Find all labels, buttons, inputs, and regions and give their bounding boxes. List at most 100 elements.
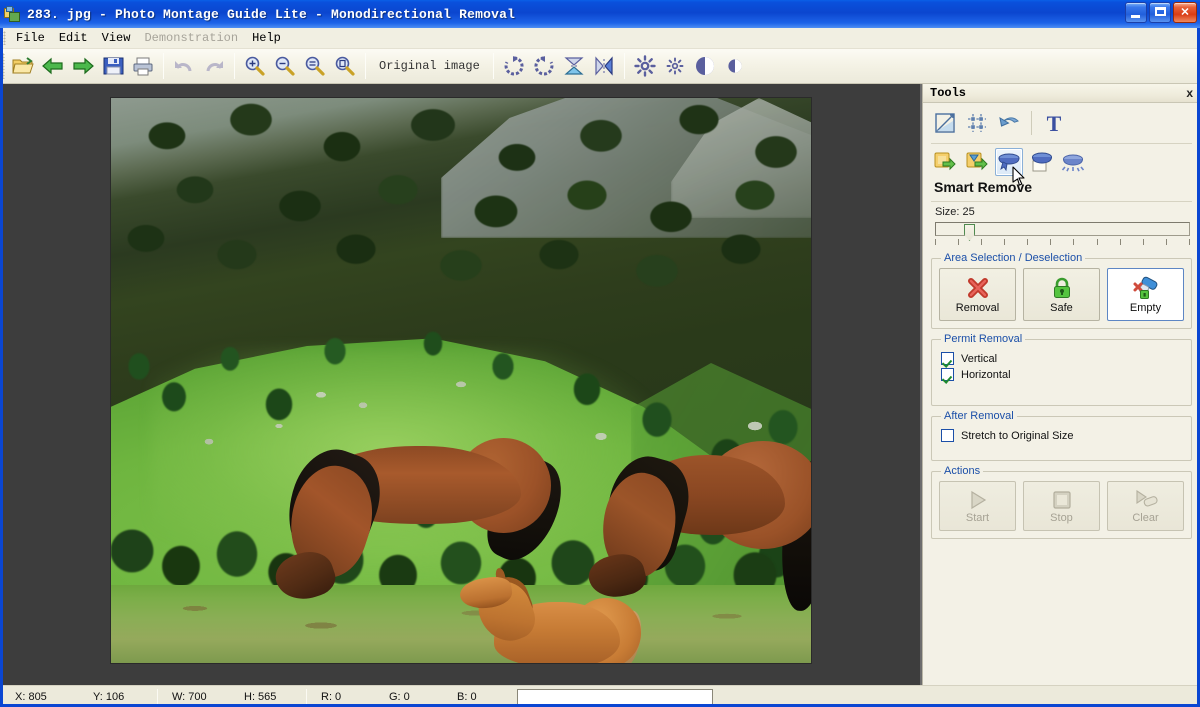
safe-button[interactable]: Safe — [1023, 268, 1100, 321]
actions-group: Actions Start Stop Clear — [931, 465, 1192, 539]
red-x-icon — [967, 277, 988, 298]
contrast-up-icon[interactable] — [690, 51, 720, 81]
maximize-button[interactable] — [1149, 2, 1171, 23]
tools-panel-body: T Smart Remove Size: 25 Area Selection /… — [923, 103, 1200, 685]
tools-panel-title: Tools — [930, 86, 967, 100]
permit-vertical-checkbox[interactable] — [941, 352, 954, 365]
zoom-actual-icon[interactable] — [330, 51, 360, 81]
empty-button-label: Empty — [1129, 301, 1162, 314]
safe-button-label: Safe — [1050, 301, 1073, 314]
crop-icon[interactable] — [931, 109, 959, 137]
green-lock-icon — [1053, 277, 1070, 298]
permit-horizontal-checkbox[interactable] — [941, 368, 954, 381]
size-slider[interactable] — [935, 222, 1190, 248]
area-selection-legend: Area Selection / Deselection — [944, 252, 1083, 264]
main-content: Tools x T Smart Remove Size: 25 Area Sel… — [0, 84, 1200, 685]
resize-expand-icon[interactable] — [931, 148, 959, 176]
menu-item-view[interactable]: View — [95, 30, 138, 46]
menu-item-file[interactable]: File — [9, 30, 52, 46]
size-label: Size: 25 — [935, 206, 975, 218]
zoom-in-icon[interactable] — [240, 51, 270, 81]
resize-shrink-icon[interactable] — [963, 148, 991, 176]
status-y: Y: 106 — [93, 690, 125, 703]
open-icon[interactable] — [8, 51, 38, 81]
status-divider — [306, 688, 307, 705]
tool-separator — [1031, 111, 1032, 135]
tools-panel: Tools x T Smart Remove Size: 25 Area Sel… — [922, 84, 1200, 685]
application-window: 283. jpg - Photo Montage Guide Lite - Mo… — [0, 0, 1200, 707]
stop-button-label: Stop — [1050, 511, 1073, 524]
status-green: G: 0 — [389, 690, 410, 703]
permit-vertical-row[interactable]: Vertical — [941, 352, 1184, 365]
photo-image[interactable] — [111, 98, 811, 663]
flip-vertical-icon[interactable] — [559, 51, 589, 81]
stop-button[interactable]: Stop — [1023, 481, 1100, 531]
after-removal-legend: After Removal — [944, 410, 1014, 422]
brightness-up-icon[interactable] — [630, 51, 660, 81]
flip-horizontal-icon[interactable] — [589, 51, 619, 81]
play-icon — [970, 490, 986, 509]
tools-panel-close-icon[interactable]: x — [1184, 87, 1195, 99]
clear-button[interactable]: Clear — [1107, 481, 1184, 531]
empty-button[interactable]: Empty — [1107, 268, 1184, 321]
status-red: R: 0 — [321, 690, 342, 703]
tools-divider — [931, 201, 1192, 202]
permit-removal-group: Permit Removal Vertical Horizontal — [931, 333, 1192, 406]
after-removal-group: After Removal Stretch to Original Size — [931, 410, 1192, 461]
contrast-down-icon[interactable] — [720, 51, 750, 81]
status-x: X: 805 — [15, 690, 47, 703]
toolbar-separator — [365, 53, 366, 79]
redo-icon[interactable] — [199, 51, 229, 81]
eraser-icon — [1133, 276, 1157, 299]
toolbar-separator — [623, 53, 625, 79]
minimize-button[interactable] — [1125, 2, 1147, 23]
window-title: 283. jpg - Photo Montage Guide Lite - Mo… — [27, 6, 516, 22]
tool-title: Smart Remove — [934, 179, 1033, 195]
brightness-down-icon[interactable] — [660, 51, 690, 81]
forward-arrow-icon[interactable] — [68, 51, 98, 81]
menu-item-help[interactable]: Help — [245, 30, 288, 46]
removal-button[interactable]: Removal — [939, 268, 1016, 321]
removal-button-label: Removal — [955, 301, 1000, 314]
window-border-left — [0, 28, 3, 707]
size-slider-track[interactable] — [935, 222, 1190, 241]
back-arrow-icon[interactable] — [38, 51, 68, 81]
stretch-original-label: Stretch to Original Size — [961, 429, 1074, 442]
tools-panel-header: Tools x — [923, 84, 1200, 103]
text-tool-icon[interactable]: T — [1040, 109, 1068, 137]
window-controls: ✕ — [1125, 2, 1197, 23]
smart-remove-area-icon[interactable] — [1027, 148, 1055, 176]
toolbar-separator — [163, 53, 164, 79]
status-width: W: 700 — [172, 690, 207, 703]
zoom-out-icon[interactable] — [270, 51, 300, 81]
svg-text:T: T — [1047, 112, 1062, 134]
smart-remove-icon[interactable] — [995, 148, 1023, 176]
save-icon[interactable] — [98, 51, 128, 81]
stretch-original-checkbox[interactable] — [941, 429, 954, 442]
undo-icon[interactable] — [169, 51, 199, 81]
permit-vertical-label: Vertical — [961, 352, 998, 365]
print-icon[interactable] — [128, 51, 158, 81]
rotate-left-icon[interactable] — [529, 51, 559, 81]
image-canvas[interactable] — [0, 84, 922, 685]
tool-row-remove — [931, 148, 1192, 186]
main-toolbar: Original image — [0, 49, 1200, 84]
undo-arrow-icon[interactable] — [995, 109, 1023, 137]
smart-patch-icon[interactable] — [1059, 148, 1087, 176]
status-blue: B: 0 — [457, 690, 477, 703]
menu-item-edit[interactable]: Edit — [52, 30, 95, 46]
start-button[interactable]: Start — [939, 481, 1016, 531]
horse-foal — [458, 567, 646, 663]
permit-horizontal-row[interactable]: Horizontal — [941, 368, 1184, 381]
title-bar: 283. jpg - Photo Montage Guide Lite - Mo… — [0, 0, 1200, 28]
close-button[interactable]: ✕ — [1173, 2, 1197, 23]
permit-removal-legend: Permit Removal — [944, 333, 1023, 345]
toolbar-separator — [492, 53, 494, 79]
tool-row-general: T — [931, 109, 1192, 137]
zoom-fit-icon[interactable] — [300, 51, 330, 81]
stretch-original-row[interactable]: Stretch to Original Size — [941, 429, 1184, 442]
actions-legend: Actions — [944, 465, 981, 477]
grid-icon[interactable] — [963, 109, 991, 137]
rotate-right-icon[interactable] — [499, 51, 529, 81]
area-selection-group: Area Selection / Deselection Removal Saf… — [931, 252, 1192, 329]
